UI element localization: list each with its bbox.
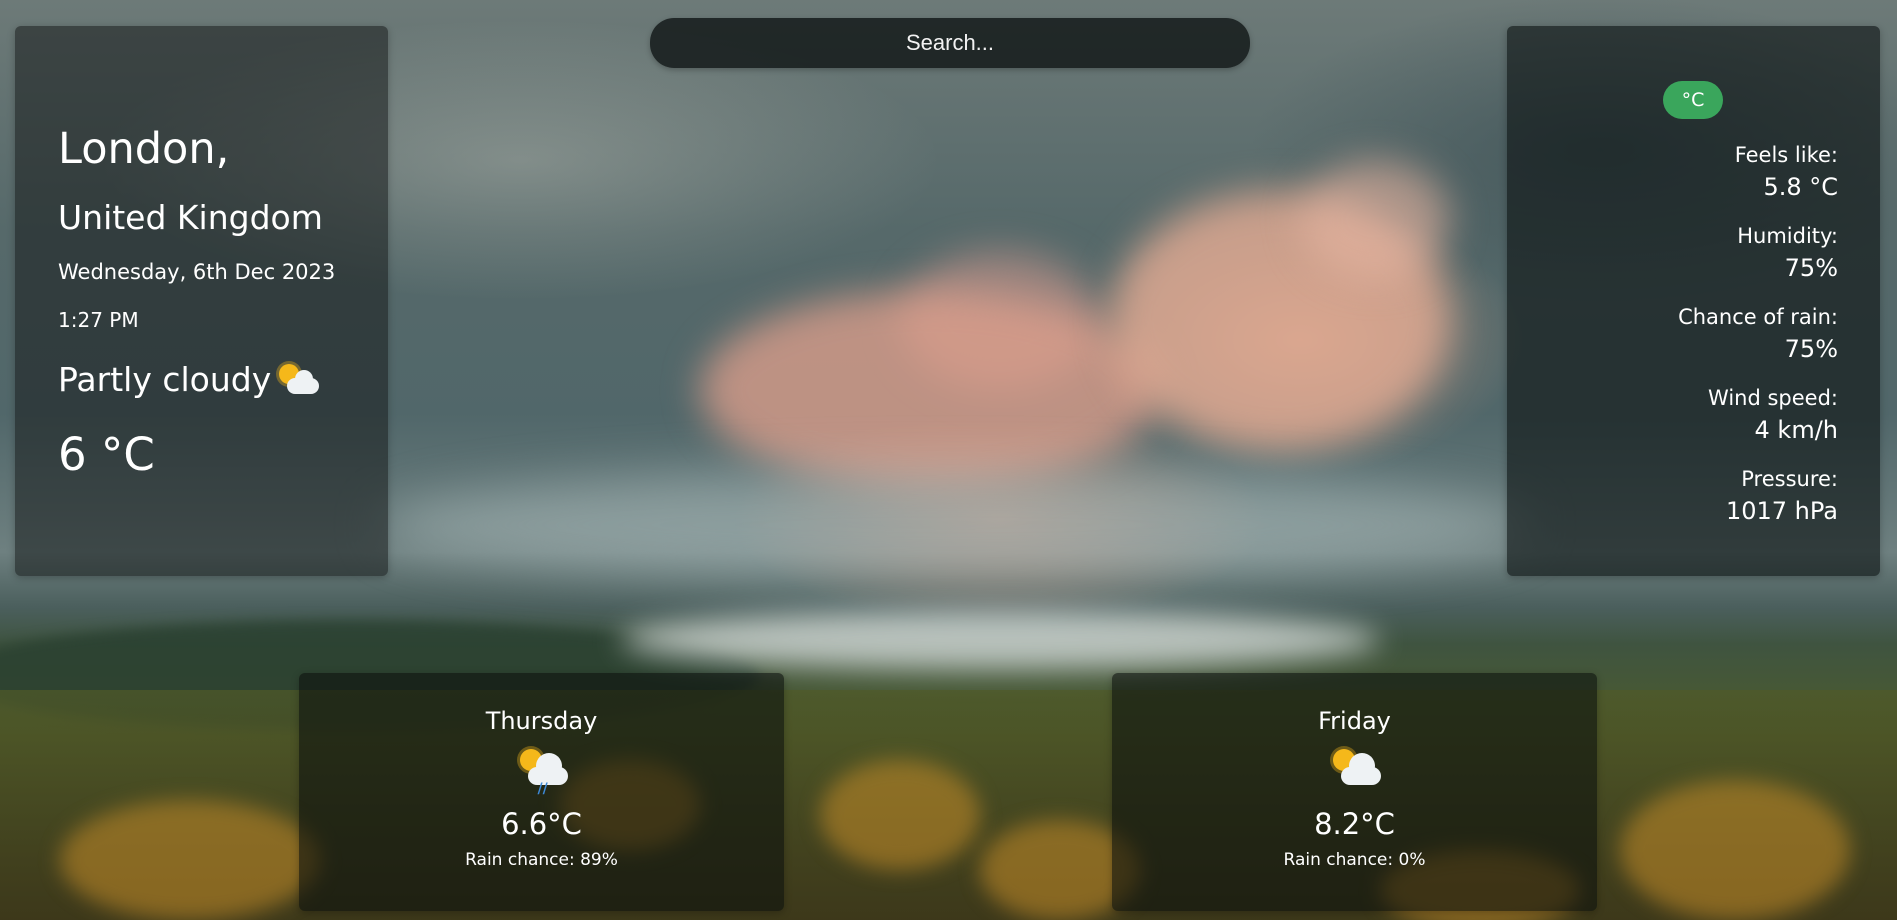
forecast-rain-chance: Rain chance: 0%	[1283, 850, 1426, 870]
forecast-day: Friday	[1318, 707, 1391, 735]
partly-cloudy-icon	[1325, 745, 1385, 797]
stat-label: Pressure:	[1741, 467, 1838, 491]
weather-details-panel: °C Feels like: 5.8 °C Humidity: 75% Chan…	[1507, 26, 1880, 576]
stat-humidity: Humidity: 75%	[1678, 221, 1838, 285]
stats-list: Feels like: 5.8 °C Humidity: 75% Chance …	[1678, 140, 1838, 545]
forecast-temperature: 8.2°C	[1314, 807, 1395, 841]
partly-cloudy-icon	[275, 362, 321, 398]
stat-label: Feels like:	[1734, 143, 1838, 167]
country-name: United Kingdom	[58, 198, 323, 237]
current-temperature: 6 °C	[58, 428, 155, 481]
current-time: 1:27 PM	[58, 308, 139, 332]
stat-label: Humidity:	[1737, 224, 1838, 248]
stat-value: 1017 hPa	[1725, 497, 1838, 525]
stat-value: 75%	[1784, 335, 1838, 363]
forecast-rain-chance: Rain chance: 89%	[465, 850, 618, 870]
stat-feels-like: Feels like: 5.8 °C	[1678, 140, 1838, 204]
unit-toggle-button[interactable]: °C	[1663, 81, 1723, 119]
stat-label: Wind speed:	[1708, 386, 1838, 410]
stat-value: 75%	[1784, 254, 1838, 282]
patchy-rain-icon: //	[512, 745, 572, 797]
forecast-day: Thursday	[485, 707, 598, 735]
forecast-temperature: 6.6°C	[501, 807, 582, 841]
stat-value: 4 km/h	[1754, 416, 1838, 444]
forecast-card-thursday: Thursday // 6.6°C Rain chance: 89%	[299, 673, 784, 911]
current-weather-panel: London, United Kingdom Wednesday, 6th De…	[15, 26, 388, 576]
stat-pressure: Pressure: 1017 hPa	[1678, 464, 1838, 528]
stat-label: Chance of rain:	[1678, 305, 1838, 329]
stat-wind-speed: Wind speed: 4 km/h	[1678, 383, 1838, 447]
stat-chance-of-rain: Chance of rain: 75%	[1678, 302, 1838, 366]
stat-value: 5.8 °C	[1763, 173, 1838, 201]
condition-label: Partly cloudy	[58, 360, 272, 399]
search-input[interactable]	[650, 18, 1250, 68]
forecast-card-friday: Friday 8.2°C Rain chance: 0%	[1112, 673, 1597, 911]
city-name: London,	[58, 124, 230, 174]
current-condition: Partly cloudy	[58, 360, 321, 399]
current-date: Wednesday, 6th Dec 2023	[58, 260, 336, 284]
